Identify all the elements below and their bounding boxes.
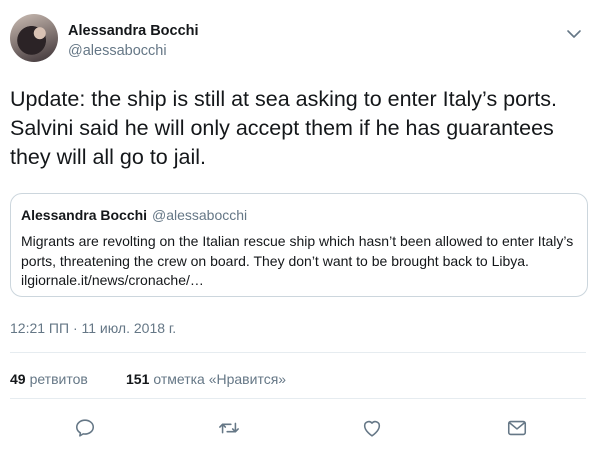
author-handle[interactable]: @alessabocchi bbox=[68, 43, 167, 59]
reply-icon bbox=[75, 419, 95, 437]
action-bar bbox=[0, 415, 594, 443]
reply-button[interactable] bbox=[72, 415, 98, 441]
retweet-icon bbox=[219, 422, 239, 434]
direct-message-button[interactable] bbox=[504, 415, 530, 441]
quoted-author-name: Alessandra Bocchi bbox=[21, 207, 148, 223]
like-button[interactable] bbox=[359, 415, 385, 441]
tweet-timestamp[interactable]: 12:21 ПП · 11 июл. 2018 г. bbox=[10, 320, 176, 336]
retweets-label: ретвитов bbox=[29, 371, 88, 387]
divider bbox=[10, 352, 586, 353]
likes-count: 151 bbox=[126, 371, 150, 387]
retweets-count: 49 bbox=[10, 371, 26, 387]
tweet-text: Update: the ship is still at sea asking … bbox=[10, 87, 557, 169]
divider bbox=[10, 398, 586, 399]
avatar[interactable] bbox=[10, 14, 58, 62]
heart-icon bbox=[363, 420, 381, 437]
quoted-author-handle: @alessabocchi bbox=[152, 207, 248, 223]
envelope-icon bbox=[507, 420, 527, 436]
tweet-header: Alessandra Bocchi @alessabocchi bbox=[10, 14, 586, 66]
chevron-down-icon[interactable] bbox=[566, 26, 582, 42]
likes-label: отметка «Нравится» bbox=[153, 371, 287, 387]
likes-stat[interactable]: 151 отметка «Нравится» bbox=[126, 371, 286, 387]
quoted-tweet[interactable]: Alessandra Bocchi @alessabocchi Migrants… bbox=[10, 193, 588, 297]
author-name[interactable]: Alessandra Bocchi bbox=[68, 23, 199, 39]
retweets-stat[interactable]: 49 ретвитов bbox=[10, 371, 88, 387]
quoted-tweet-text: Migrants are revolting on the Italian re… bbox=[21, 233, 574, 288]
retweet-button[interactable] bbox=[216, 415, 242, 441]
